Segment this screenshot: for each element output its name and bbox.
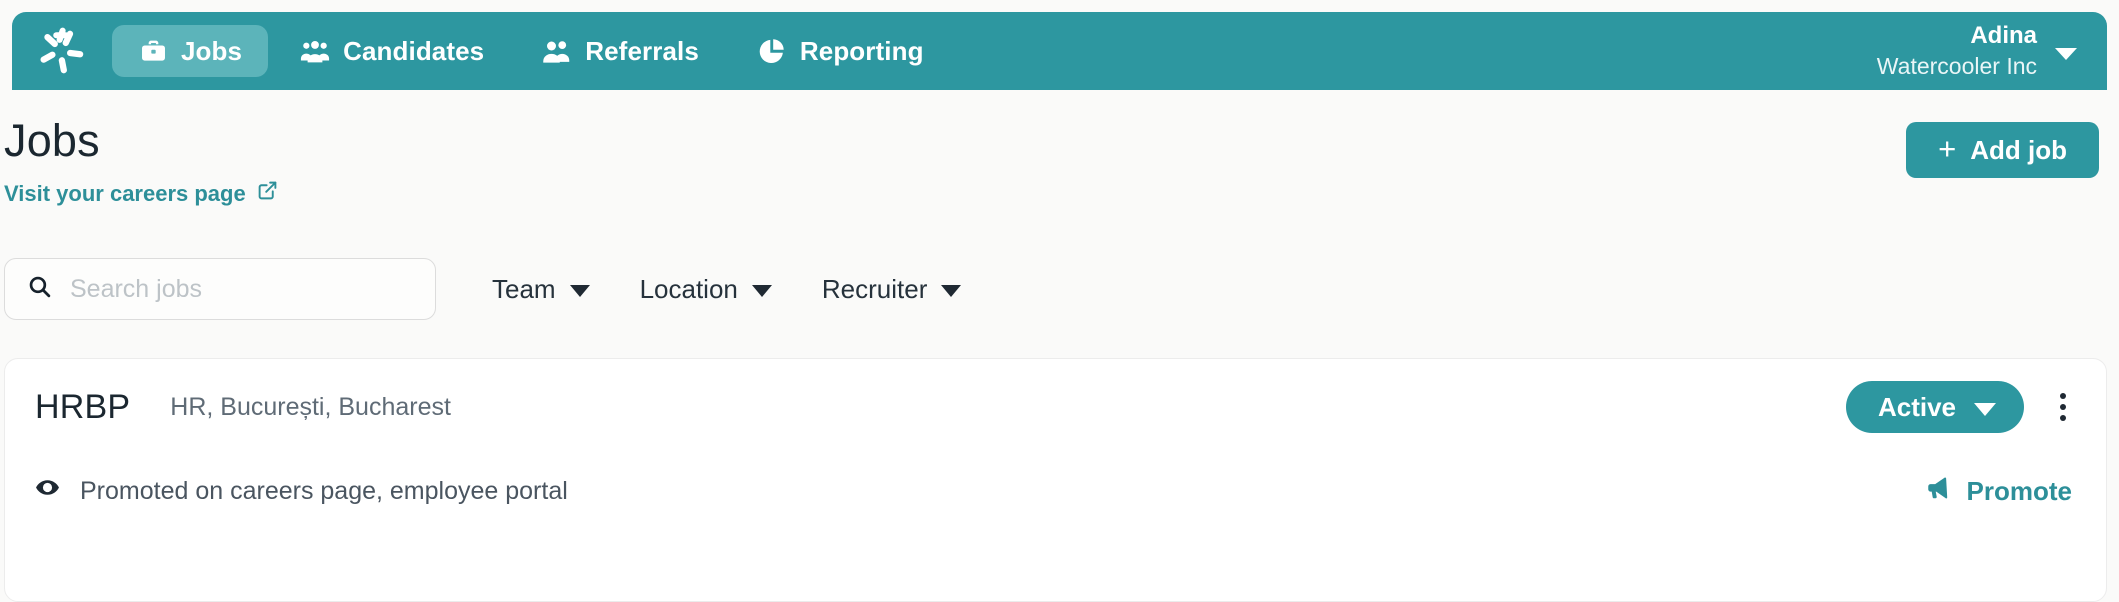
pinwheel-logo-icon[interactable] — [34, 24, 88, 78]
chevron-down-icon — [569, 285, 590, 297]
job-status-badge[interactable]: Active — [1845, 381, 2024, 433]
filter-location-dropdown[interactable]: Location — [640, 274, 772, 305]
search-box[interactable] — [4, 258, 436, 320]
plus-icon: + — [1938, 131, 1957, 166]
pie-chart-icon — [757, 36, 787, 66]
external-link-icon — [257, 180, 278, 207]
chevron-down-icon — [2055, 47, 2077, 60]
user-name: Adina — [1970, 21, 2037, 49]
filter-toolbar: Team Location Recruiter — [4, 258, 2107, 320]
people-group-icon — [300, 36, 330, 66]
nav-item-label: Jobs — [181, 35, 243, 66]
visit-careers-page-link[interactable]: Visit your careers page — [4, 180, 278, 207]
search-icon — [27, 274, 52, 304]
add-job-label: Add job — [1970, 134, 2067, 165]
user-info: Adina Watercooler Inc — [1877, 22, 2037, 80]
user-menu[interactable]: Adina Watercooler Inc — [1877, 22, 2081, 80]
page-header-left: Jobs Visit your careers page — [4, 118, 1906, 207]
briefcase-icon — [138, 36, 168, 66]
two-people-icon — [542, 36, 572, 66]
job-actions: Active — [1845, 381, 2076, 433]
job-primary-row: HRBP HR, București, Bucharest Active — [35, 359, 2076, 455]
search-input[interactable] — [70, 274, 417, 304]
main-nav-items: Jobs Candidates Referrals Reporting — [112, 25, 1877, 77]
job-promoted-status: Promoted on careers page, employee porta… — [35, 475, 568, 507]
user-organization: Watercooler Inc — [1876, 52, 2037, 79]
add-job-button[interactable]: + Add job — [1906, 122, 2099, 178]
top-navigation-bar: Jobs Candidates Referrals Reporting Adin… — [12, 12, 2107, 90]
page-title: Jobs — [4, 115, 100, 166]
promoted-label: Promoted on careers page, employee porta… — [80, 476, 568, 505]
promote-button[interactable]: Promote — [1925, 475, 2076, 508]
filter-dropdowns: Team Location Recruiter — [492, 273, 962, 305]
filter-label: Location — [639, 273, 738, 304]
nav-item-label: Reporting — [799, 35, 924, 66]
job-list-item[interactable]: HRBP HR, București, Bucharest Active Pro… — [4, 358, 2107, 602]
nav-item-label: Referrals — [585, 35, 699, 66]
filter-label: Team — [492, 273, 556, 304]
nav-item-jobs[interactable]: Jobs — [112, 25, 269, 77]
page-header: Jobs Visit your careers page + Add job — [0, 118, 2119, 207]
filter-label: Recruiter — [821, 273, 928, 304]
chevron-down-icon — [1974, 402, 1996, 416]
nav-item-referrals[interactable]: Referrals — [516, 25, 725, 77]
promote-label: Promote — [1966, 475, 2072, 506]
kebab-menu-icon[interactable] — [2050, 385, 2076, 429]
filter-recruiter-dropdown[interactable]: Recruiter — [821, 273, 962, 305]
nav-item-reporting[interactable]: Reporting — [731, 25, 950, 77]
megaphone-icon — [1925, 475, 1951, 508]
job-secondary-row: Promoted on careers page, employee porta… — [35, 455, 2076, 527]
job-meta: HR, București, Bucharest — [170, 392, 451, 421]
filter-team-dropdown[interactable]: Team — [492, 274, 590, 305]
job-title[interactable]: HRBP — [35, 388, 130, 427]
careers-link-label: Visit your careers page — [4, 180, 246, 206]
nav-item-candidates[interactable]: Candidates — [274, 25, 510, 77]
nav-item-label: Candidates — [343, 35, 485, 66]
chevron-down-icon — [751, 285, 772, 297]
chevron-down-icon — [941, 285, 962, 297]
job-status-label: Active — [1877, 391, 1956, 422]
eye-icon — [35, 475, 60, 507]
